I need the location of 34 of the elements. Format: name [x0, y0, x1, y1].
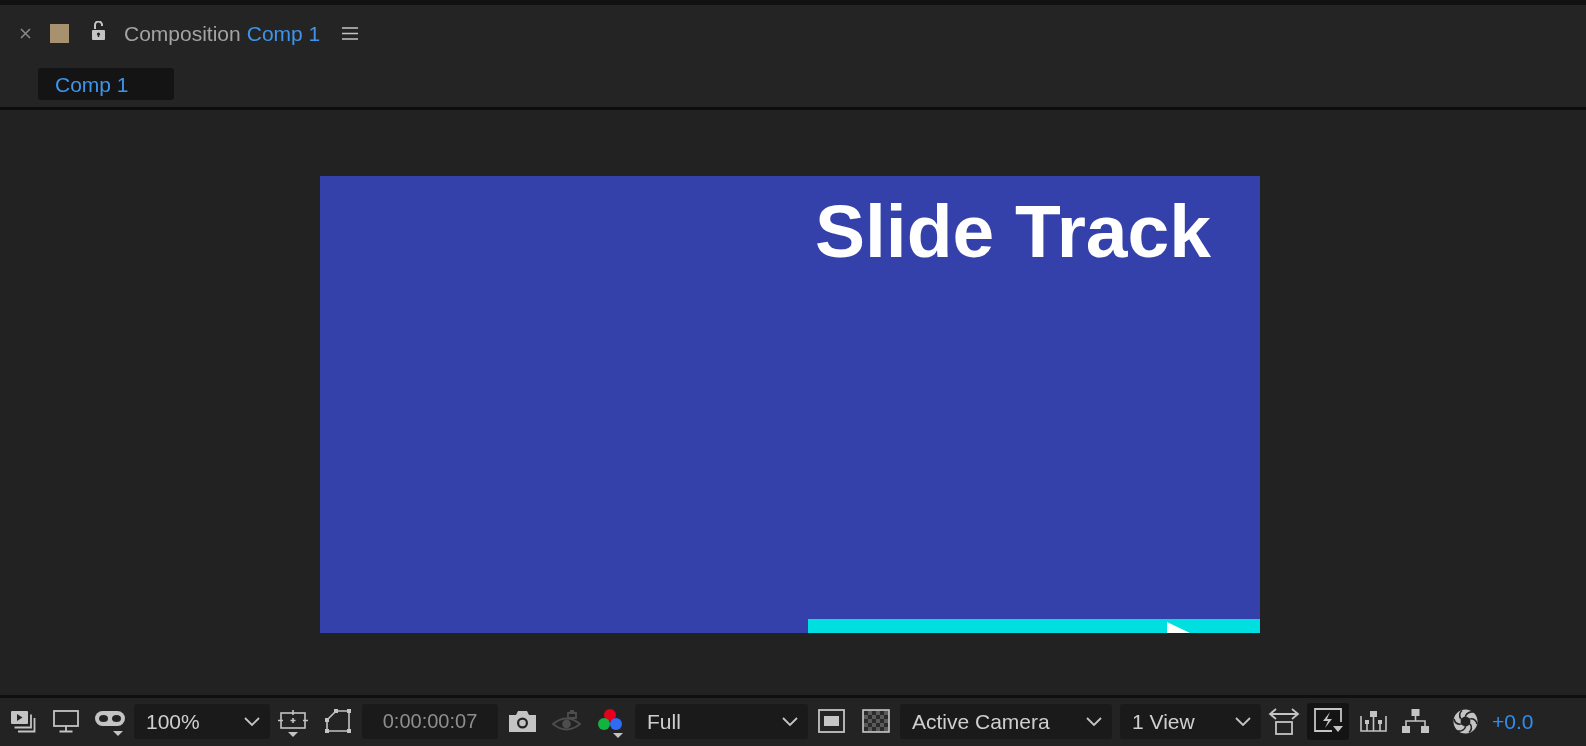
stacked-screens-icon[interactable] — [10, 709, 36, 733]
triangle-shape — [1167, 622, 1190, 633]
crosshair-frame-icon[interactable] — [278, 708, 308, 738]
view-layout-dropdown[interactable]: 1 View — [1120, 703, 1261, 739]
composition-tab[interactable]: Comp 1 — [38, 68, 174, 100]
polygon-path-icon[interactable] — [324, 708, 352, 734]
chevron-down-icon — [1235, 716, 1251, 726]
close-icon[interactable] — [20, 27, 31, 39]
lightning-screen-icon — [1313, 708, 1343, 734]
timecode-field[interactable]: 0:00:00:07 — [362, 703, 498, 739]
exposure-value[interactable]: +0.0 — [1492, 710, 1534, 732]
chevron-down-icon — [244, 716, 260, 726]
camera-icon[interactable] — [508, 709, 537, 733]
chevron-down-icon — [782, 716, 798, 726]
resolution-dropdown[interactable]: Full — [635, 703, 808, 739]
checkerboard-icon[interactable] — [862, 709, 890, 733]
flowchart-icon[interactable] — [1402, 708, 1429, 734]
goggles-icon[interactable] — [94, 708, 126, 738]
panel-title: Composition — [124, 22, 241, 44]
composition-name: Comp 1 — [246, 22, 321, 44]
color-swatch-icon — [50, 23, 69, 43]
menu-icon[interactable] — [342, 26, 359, 40]
camera-view-dropdown[interactable]: Active Camera — [900, 703, 1112, 739]
magnification-dropdown[interactable]: 100% — [134, 703, 270, 739]
title-text: Slide Track — [814, 194, 1211, 269]
monitor-icon[interactable] — [53, 709, 79, 733]
framed-rectangle-icon[interactable] — [818, 709, 845, 733]
fast-previews-button[interactable] — [1307, 702, 1349, 740]
open-lock-icon[interactable] — [91, 20, 106, 40]
arrows-frame-icon[interactable] — [1268, 707, 1300, 735]
rgb-circles-icon[interactable] — [597, 707, 624, 739]
aperture-icon[interactable] — [1453, 708, 1478, 734]
bracket-posts-icon[interactable] — [1360, 709, 1387, 733]
chevron-down-icon — [1086, 716, 1102, 726]
